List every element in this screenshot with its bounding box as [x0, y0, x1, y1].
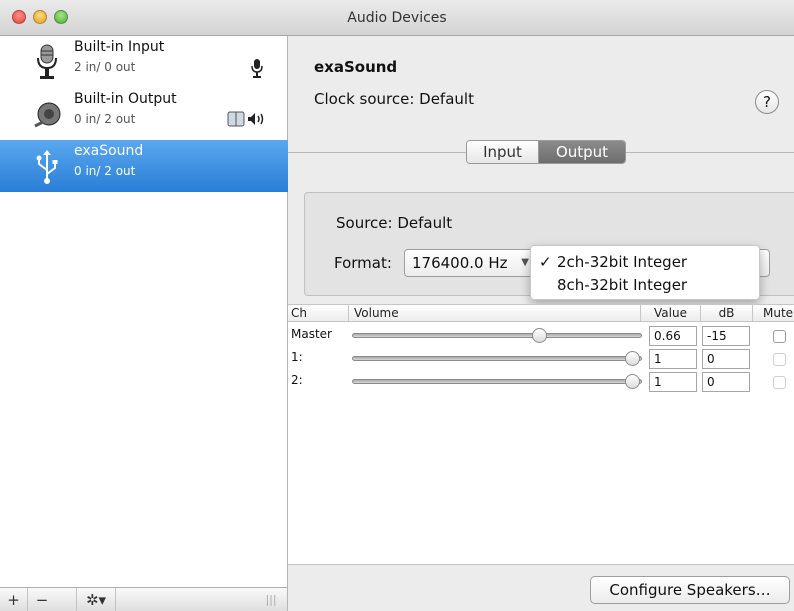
channel-1-volume-slider[interactable]: [352, 356, 642, 361]
channel-2-volume-slider[interactable]: [352, 379, 642, 384]
gear-menu-button[interactable]: ✲▾: [76, 588, 116, 611]
device-channels: 0 in/ 2 out: [74, 112, 136, 126]
input-device-mic-icon: [251, 59, 263, 78]
menu-item-2ch-32bit[interactable]: ✓ 2ch-32bit Integer: [531, 251, 761, 273]
window-title: Audio Devices: [347, 10, 447, 26]
device-item-built-in-input[interactable]: Built-in Input 2 in/ 0 out: [0, 36, 288, 88]
source-label: Source: Default: [336, 214, 453, 232]
finder-icon: [227, 111, 245, 127]
channel-1-value-field[interactable]: 1: [649, 349, 697, 369]
device-name: Built-in Output: [74, 91, 177, 107]
slider-knob[interactable]: [531, 328, 547, 343]
configure-speakers-button[interactable]: Configure Speakers…: [590, 576, 790, 604]
device-list-toolbar: + − ✲▾ |||: [0, 587, 288, 611]
device-name: Built-in Input: [74, 39, 165, 55]
channel-2-value-field[interactable]: 1: [649, 372, 697, 392]
menu-item-8ch-32bit[interactable]: 8ch-32bit Integer: [531, 274, 761, 296]
device-title: exaSound: [314, 58, 398, 76]
device-item-exasound[interactable]: exaSound 0 in/ 2 out: [0, 140, 288, 192]
column-header-ch[interactable]: Ch: [288, 305, 348, 322]
channel-label-2: 2:: [291, 373, 303, 387]
channel-2-mute-checkbox: [773, 376, 786, 389]
column-header-db[interactable]: dB: [700, 305, 752, 322]
master-value-field[interactable]: 0.66: [649, 326, 697, 346]
resize-grip-icon[interactable]: |||: [256, 588, 286, 611]
device-item-built-in-output[interactable]: Built-in Output 0 in/ 2 out: [0, 88, 288, 140]
column-header-mute[interactable]: Mute: [752, 305, 794, 322]
remove-device-button[interactable]: −: [28, 588, 56, 611]
master-db-field[interactable]: -15: [702, 326, 750, 346]
channel-2-db-field[interactable]: 0: [702, 372, 750, 392]
io-tab-control: Input Output: [466, 140, 626, 164]
device-list: Built-in Input 2 in/ 0 out Built-in Outp…: [0, 36, 288, 587]
sample-rate-value: 176400.0 Hz: [412, 254, 508, 272]
tab-input[interactable]: Input: [467, 141, 539, 163]
master-volume-slider[interactable]: [352, 333, 642, 338]
channel-label-1: 1:: [291, 350, 303, 364]
device-channels: 0 in/ 2 out: [74, 164, 136, 178]
device-channels: 2 in/ 0 out: [74, 60, 136, 74]
clock-source: Clock source: Default: [314, 90, 474, 108]
column-header-volume[interactable]: Volume: [348, 305, 640, 322]
bit-format-menu: ✓ 2ch-32bit Integer 8ch-32bit Integer: [530, 245, 760, 300]
column-header-value[interactable]: Value: [640, 305, 700, 322]
format-label: Format:: [334, 254, 392, 272]
menu-item-label: 2ch-32bit Integer: [557, 253, 688, 271]
checkmark-icon: ✓: [539, 253, 552, 271]
channel-label-master: Master: [291, 327, 332, 341]
slider-knob[interactable]: [625, 351, 640, 366]
tab-output[interactable]: Output: [539, 141, 625, 163]
channel-1-db-field[interactable]: 0: [702, 349, 750, 369]
menu-item-label: 8ch-32bit Integer: [557, 276, 688, 294]
channel-1-mute-checkbox: [773, 353, 786, 366]
audio-devices-window: Audio Devices Built-in Input 2 in/ 0 out: [0, 0, 794, 611]
title-bar: Audio Devices: [0, 0, 794, 36]
microphone-icon: [37, 44, 57, 79]
chevron-down-icon: ▼: [521, 257, 529, 268]
add-device-button[interactable]: +: [0, 588, 28, 611]
slider-knob[interactable]: [625, 374, 640, 389]
device-name: exaSound: [74, 143, 144, 159]
usb-icon: [36, 150, 58, 184]
speaker-icon: [34, 102, 61, 128]
help-button[interactable]: ?: [755, 90, 779, 114]
master-mute-checkbox[interactable]: [773, 330, 786, 343]
sample-rate-select[interactable]: 176400.0 Hz ▼: [404, 249, 534, 277]
volume-icon: [248, 113, 264, 125]
